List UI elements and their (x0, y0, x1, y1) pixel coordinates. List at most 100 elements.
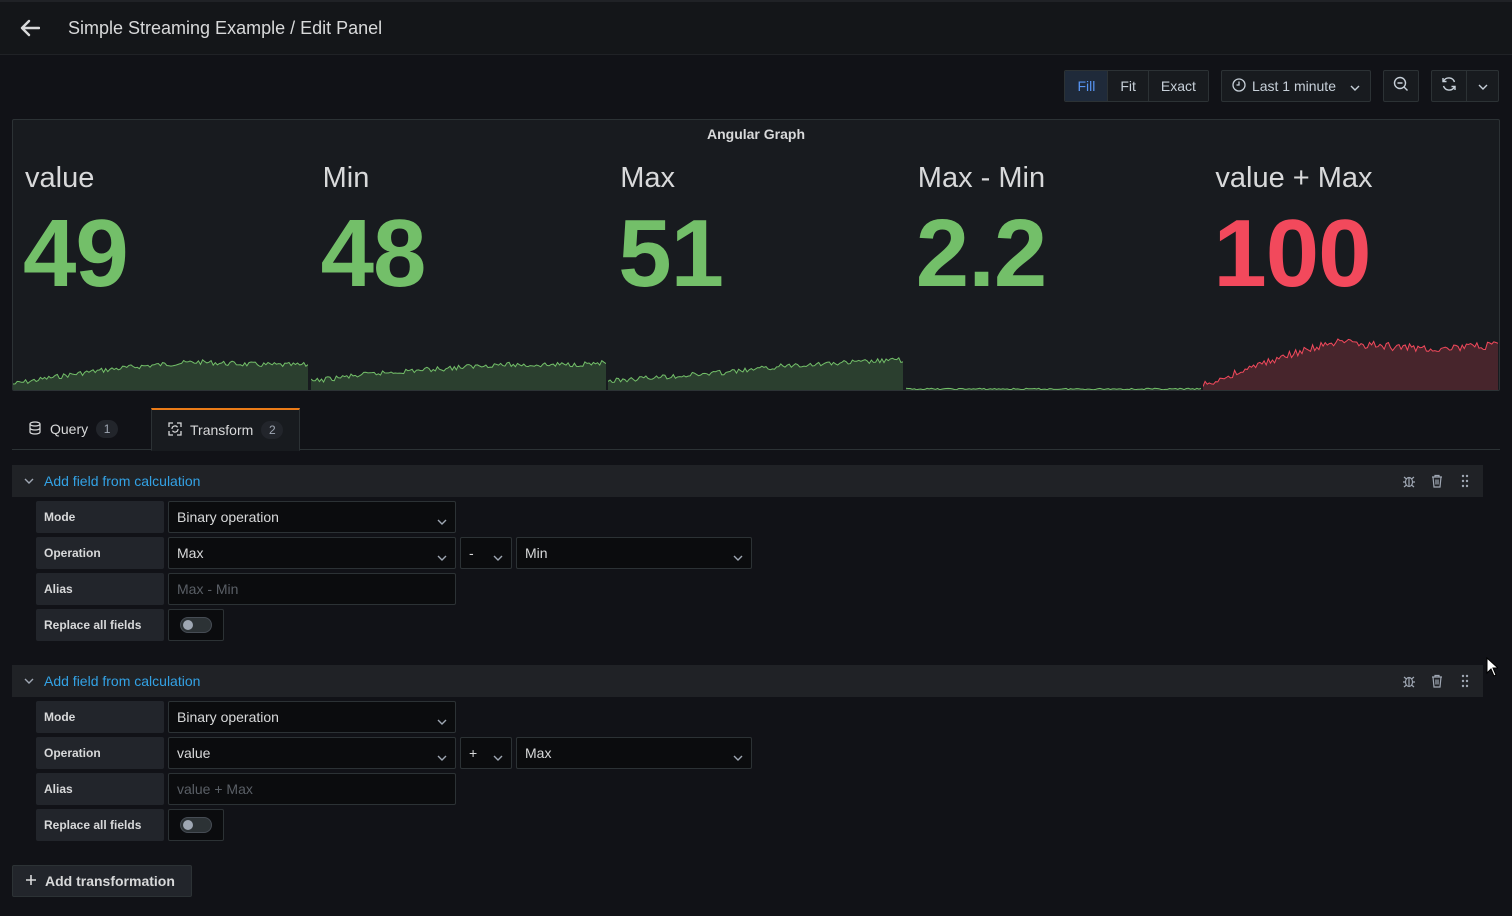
stat-column: value + Max 100 (1203, 120, 1499, 390)
transformation-actions (1401, 665, 1473, 697)
stat-value: 49 (23, 200, 129, 307)
left-operand-select[interactable]: Max (168, 537, 456, 569)
panel-preview: Angular Graph value 49 Min 48 Max 51 Max - Min… (12, 119, 1500, 391)
right-operand-value: Max (525, 745, 552, 761)
stat-column: value 49 (13, 120, 311, 390)
replace-all-fields-toggle[interactable] (168, 609, 224, 641)
replace-all-fields-label: Replace all fields (36, 609, 164, 641)
trash-icon[interactable] (1429, 473, 1445, 489)
tab-query-label: Query (50, 421, 89, 437)
chevron-down-icon (437, 748, 447, 764)
operation-label: Operation (36, 537, 164, 569)
transformation-title[interactable]: Add field from calculation (44, 473, 200, 489)
left-operand-value: Max (177, 545, 204, 561)
chevron-down-icon (493, 548, 503, 564)
time-range-picker[interactable]: Last 1 minute (1220, 70, 1371, 102)
add-transformation-label: Add transformation (45, 873, 175, 889)
mode-select[interactable]: Binary operation (168, 701, 456, 733)
back-arrow-icon[interactable] (16, 14, 44, 42)
trash-icon[interactable] (1429, 673, 1445, 689)
transformation-header: Add field from calculation (12, 465, 1483, 497)
transformation-title[interactable]: Add field from calculation (44, 673, 200, 689)
sparkline (608, 356, 904, 390)
editor-tabs: Query 1 Transform 2 (12, 408, 1500, 451)
operator-value: + (469, 745, 478, 761)
operator-select[interactable]: - (460, 537, 512, 569)
clock-icon (1232, 77, 1246, 95)
operator-value: - (469, 545, 474, 561)
transformation-header: Add field from calculation (12, 665, 1483, 697)
mode-value: Binary operation (177, 509, 279, 525)
chevron-down-icon (1478, 77, 1488, 95)
drag-handle-icon[interactable] (1457, 473, 1473, 489)
drag-handle-icon[interactable] (1457, 673, 1473, 689)
alias-label: Alias (36, 573, 164, 605)
page-title: Simple Streaming Example / Edit Panel (68, 18, 383, 38)
mode-label: Mode (36, 701, 164, 733)
operator-select[interactable]: + (460, 737, 512, 769)
left-operand-value: value (177, 745, 211, 761)
refresh-interval-dropdown[interactable] (1467, 70, 1499, 102)
tab-query-count: 1 (96, 420, 119, 438)
sparkline (13, 359, 308, 390)
chevron-down-icon (437, 512, 447, 528)
tab-transform-label: Transform (190, 422, 254, 438)
right-operand-select[interactable]: Min (516, 537, 752, 569)
chevron-down-icon (493, 748, 503, 764)
alias-label: Alias (36, 773, 164, 805)
stat-value: 48 (320, 200, 427, 307)
add-transformation-button[interactable]: Add transformation (12, 865, 192, 897)
transform-icon (168, 421, 182, 439)
toggle-switch (180, 817, 212, 833)
chevron-down-icon[interactable] (22, 674, 36, 688)
stat-column: Min 48 (310, 120, 609, 390)
replace-all-fields-toggle[interactable] (168, 809, 224, 841)
mode-label: Mode (36, 501, 164, 533)
chevron-down-icon (733, 548, 743, 564)
sparkline (905, 387, 1201, 390)
operation-label: Operation (36, 737, 164, 769)
toggle-switch (180, 617, 212, 633)
sparkline-area (608, 357, 904, 390)
chevron-down-icon[interactable] (22, 474, 36, 488)
tab-transform-count: 2 (261, 421, 284, 439)
stat-name: Max (620, 162, 675, 194)
tab-query[interactable]: Query 1 (12, 408, 134, 450)
exact-button[interactable]: Exact (1148, 71, 1208, 101)
top-nav-bar: Simple Streaming Example / Edit Panel (0, 0, 1512, 55)
left-operand-select[interactable]: value (168, 737, 456, 769)
panel-toolbar: Fill Fit Exact Last 1 minute (1064, 70, 1499, 102)
chevron-down-icon (1350, 78, 1360, 94)
fill-button[interactable]: Fill (1065, 71, 1109, 101)
database-icon (28, 420, 42, 438)
right-operand-value: Min (525, 545, 548, 561)
refresh-button[interactable] (1431, 70, 1467, 102)
bug-icon[interactable] (1401, 473, 1417, 489)
view-mode-group: Fill Fit Exact (1064, 70, 1209, 102)
alias-input[interactable] (168, 773, 456, 805)
stat-column: Max 51 (608, 120, 906, 390)
sparkline (1203, 338, 1499, 390)
stat-column: Max - Min 2.2 (905, 120, 1204, 390)
stat-name: value + Max (1215, 162, 1373, 194)
stat-value: 100 (1213, 200, 1371, 307)
tab-transform[interactable]: Transform 2 (151, 408, 301, 451)
right-operand-select[interactable]: Max (516, 737, 752, 769)
sparkline (310, 359, 606, 390)
chevron-down-icon (733, 748, 743, 764)
stat-value: 2.2 (915, 200, 1047, 307)
fit-button[interactable]: Fit (1108, 71, 1149, 101)
mode-select[interactable]: Binary operation (168, 501, 456, 533)
stat-name: Min (322, 162, 370, 194)
stat-name: value (25, 162, 95, 194)
bug-icon[interactable] (1401, 673, 1417, 689)
zoom-out-button[interactable] (1383, 70, 1419, 102)
stat-value: 51 (618, 200, 724, 307)
mode-value: Binary operation (177, 709, 279, 725)
alias-input[interactable] (168, 573, 456, 605)
stat-name: Max - Min (917, 162, 1046, 194)
chevron-down-icon (437, 712, 447, 728)
chevron-down-icon (437, 548, 447, 564)
plus-icon (25, 873, 37, 889)
replace-all-fields-label: Replace all fields (36, 809, 164, 841)
